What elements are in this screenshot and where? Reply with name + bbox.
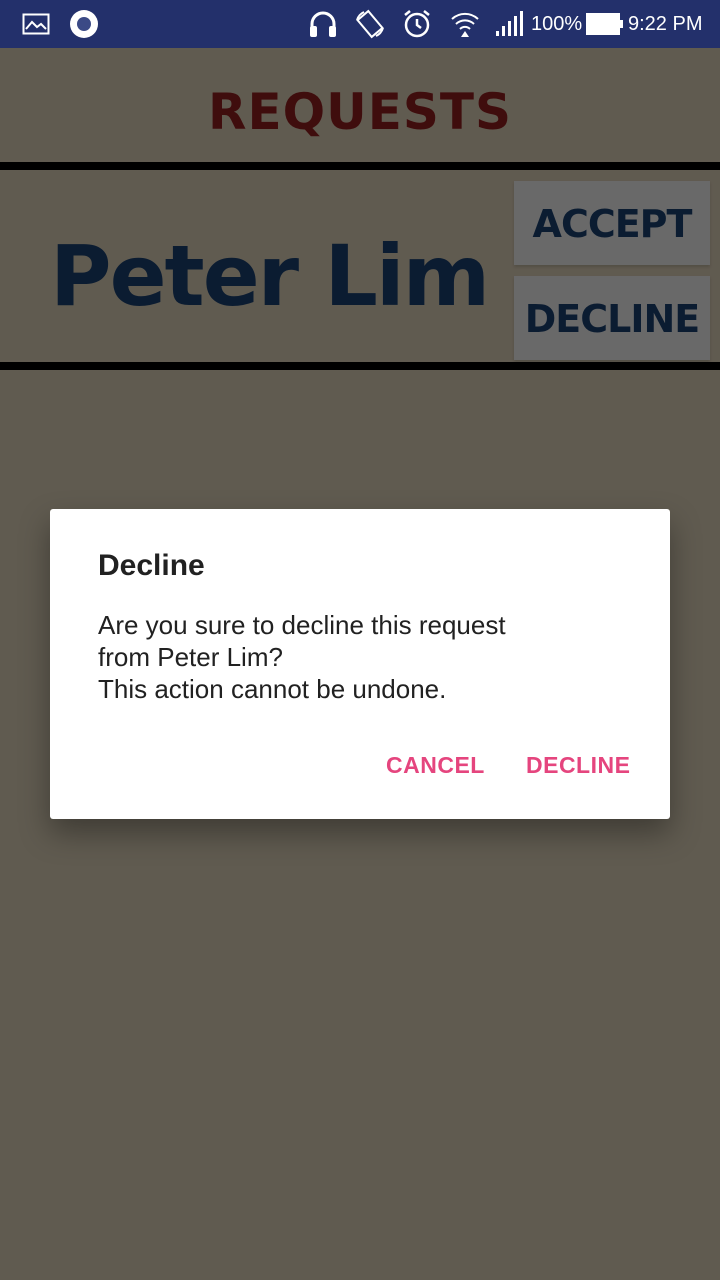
record-icon [68,8,100,40]
rotate-icon [352,8,388,40]
dialog-title: Decline [98,549,205,582]
confirm-decline-button[interactable]: DECLINE [526,745,630,785]
decline-dialog: Decline Are you sure to decline this req… [50,509,670,819]
alarm-icon [400,8,434,40]
status-bar: 100% 9:22 PM [0,0,720,48]
clock-time: 9:22 PM [628,13,703,35]
image-icon [20,8,52,40]
dialog-message: Are you sure to decline this request fro… [98,610,506,704]
cancel-button[interactable]: CANCEL [386,745,485,785]
wifi-icon [448,8,482,40]
signal-icon [494,8,524,40]
battery-percent: 100% [531,13,583,35]
battery-icon [585,8,625,40]
headphones-icon [306,8,340,40]
